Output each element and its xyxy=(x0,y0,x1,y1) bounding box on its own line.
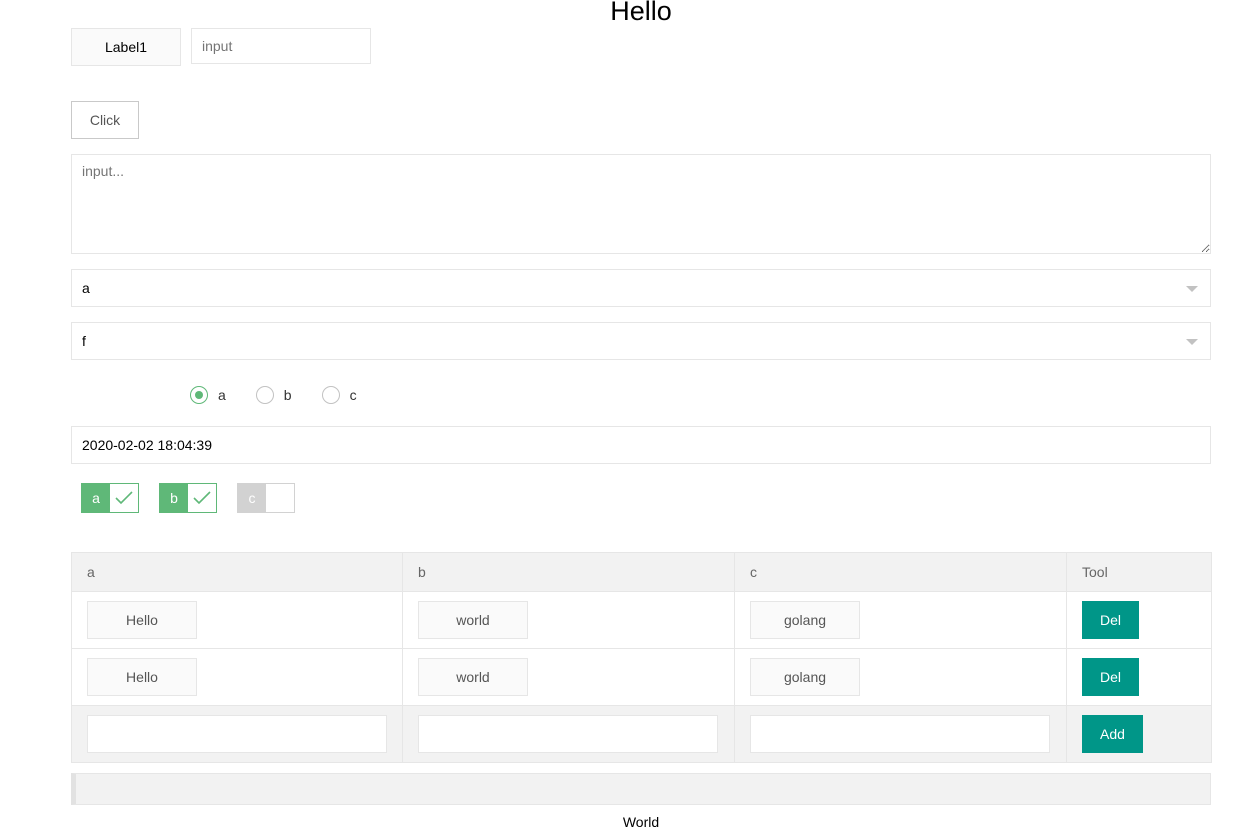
blockquote-bar xyxy=(71,773,1211,805)
radio-checked-icon xyxy=(190,386,208,404)
checkbox-label: c xyxy=(238,484,266,512)
click-button[interactable]: Click xyxy=(71,101,139,139)
textarea-input[interactable] xyxy=(71,154,1211,254)
datetime-input[interactable]: 2020-02-02 18:04:39 xyxy=(71,426,1211,464)
checkbox-label: b xyxy=(160,484,188,512)
table-cell xyxy=(734,705,1067,763)
checkbox-group: a b c xyxy=(81,483,315,513)
delete-button[interactable]: Del xyxy=(1082,601,1139,639)
cell-value: world xyxy=(418,601,528,639)
data-table: a b c Tool Hello world golang Del Hello … xyxy=(71,552,1212,763)
table-cell: Hello xyxy=(71,591,403,649)
checkbox-c[interactable]: c xyxy=(237,483,295,513)
cell-value: Hello xyxy=(87,658,197,696)
radio-c[interactable]: c xyxy=(321,384,357,406)
table-cell: Del xyxy=(1066,591,1212,649)
checkbox-label: a xyxy=(82,484,110,512)
cell-value: golang xyxy=(750,658,860,696)
add-row: Add xyxy=(71,705,1212,763)
checkmark-icon xyxy=(188,484,216,512)
table-cell: golang xyxy=(734,648,1067,706)
label1: Label1 xyxy=(71,28,181,66)
select-second-value: f xyxy=(82,333,86,349)
table-cell xyxy=(71,705,403,763)
radio-unchecked-icon xyxy=(321,386,340,404)
select-first-value: a xyxy=(82,280,90,296)
table-cell: world xyxy=(402,648,735,706)
select-first[interactable]: a xyxy=(71,269,1211,307)
table-cell: world xyxy=(402,591,735,649)
checkbox-b[interactable]: b xyxy=(159,483,217,513)
checkbox-a[interactable]: a xyxy=(81,483,139,513)
table-cell xyxy=(402,705,735,763)
table-header-row: a b c Tool xyxy=(71,552,1212,592)
radio-label: b xyxy=(283,387,292,403)
radio-b[interactable]: b xyxy=(255,384,292,406)
cell-value: Hello xyxy=(87,601,197,639)
table-cell: Del xyxy=(1066,648,1212,706)
chevron-down-icon xyxy=(1186,339,1198,345)
table-cell: Add xyxy=(1066,705,1212,763)
new-c-input[interactable] xyxy=(750,715,1050,753)
table-row: Hello world golang Del xyxy=(71,648,1212,706)
table-cell: Hello xyxy=(71,648,403,706)
cell-value: golang xyxy=(750,601,860,639)
table-row: Hello world golang Del xyxy=(71,591,1212,649)
cell-value: world xyxy=(418,658,528,696)
checkmark-icon xyxy=(110,484,138,512)
text-input[interactable] xyxy=(191,28,371,64)
new-a-input[interactable] xyxy=(87,715,387,753)
column-header: a xyxy=(71,552,403,592)
radio-group: a b c xyxy=(190,384,387,406)
radio-a[interactable]: a xyxy=(190,384,226,406)
page-title: Hello xyxy=(610,0,672,26)
delete-button[interactable]: Del xyxy=(1082,658,1139,696)
radio-label: a xyxy=(218,387,226,403)
radio-label: c xyxy=(349,387,357,403)
checkbox-empty-area xyxy=(266,484,294,512)
chevron-down-icon xyxy=(1186,286,1198,292)
column-header: Tool xyxy=(1066,552,1212,592)
table-cell: golang xyxy=(734,591,1067,649)
select-second[interactable]: f xyxy=(71,322,1211,360)
footer-text: World xyxy=(622,814,660,830)
column-header: c xyxy=(734,552,1067,592)
page: Hello Label1 Click a f a b c 2020-02-02 … xyxy=(0,0,1242,835)
add-button[interactable]: Add xyxy=(1082,715,1143,753)
radio-unchecked-icon xyxy=(255,386,274,404)
new-b-input[interactable] xyxy=(418,715,718,753)
column-header: b xyxy=(402,552,735,592)
